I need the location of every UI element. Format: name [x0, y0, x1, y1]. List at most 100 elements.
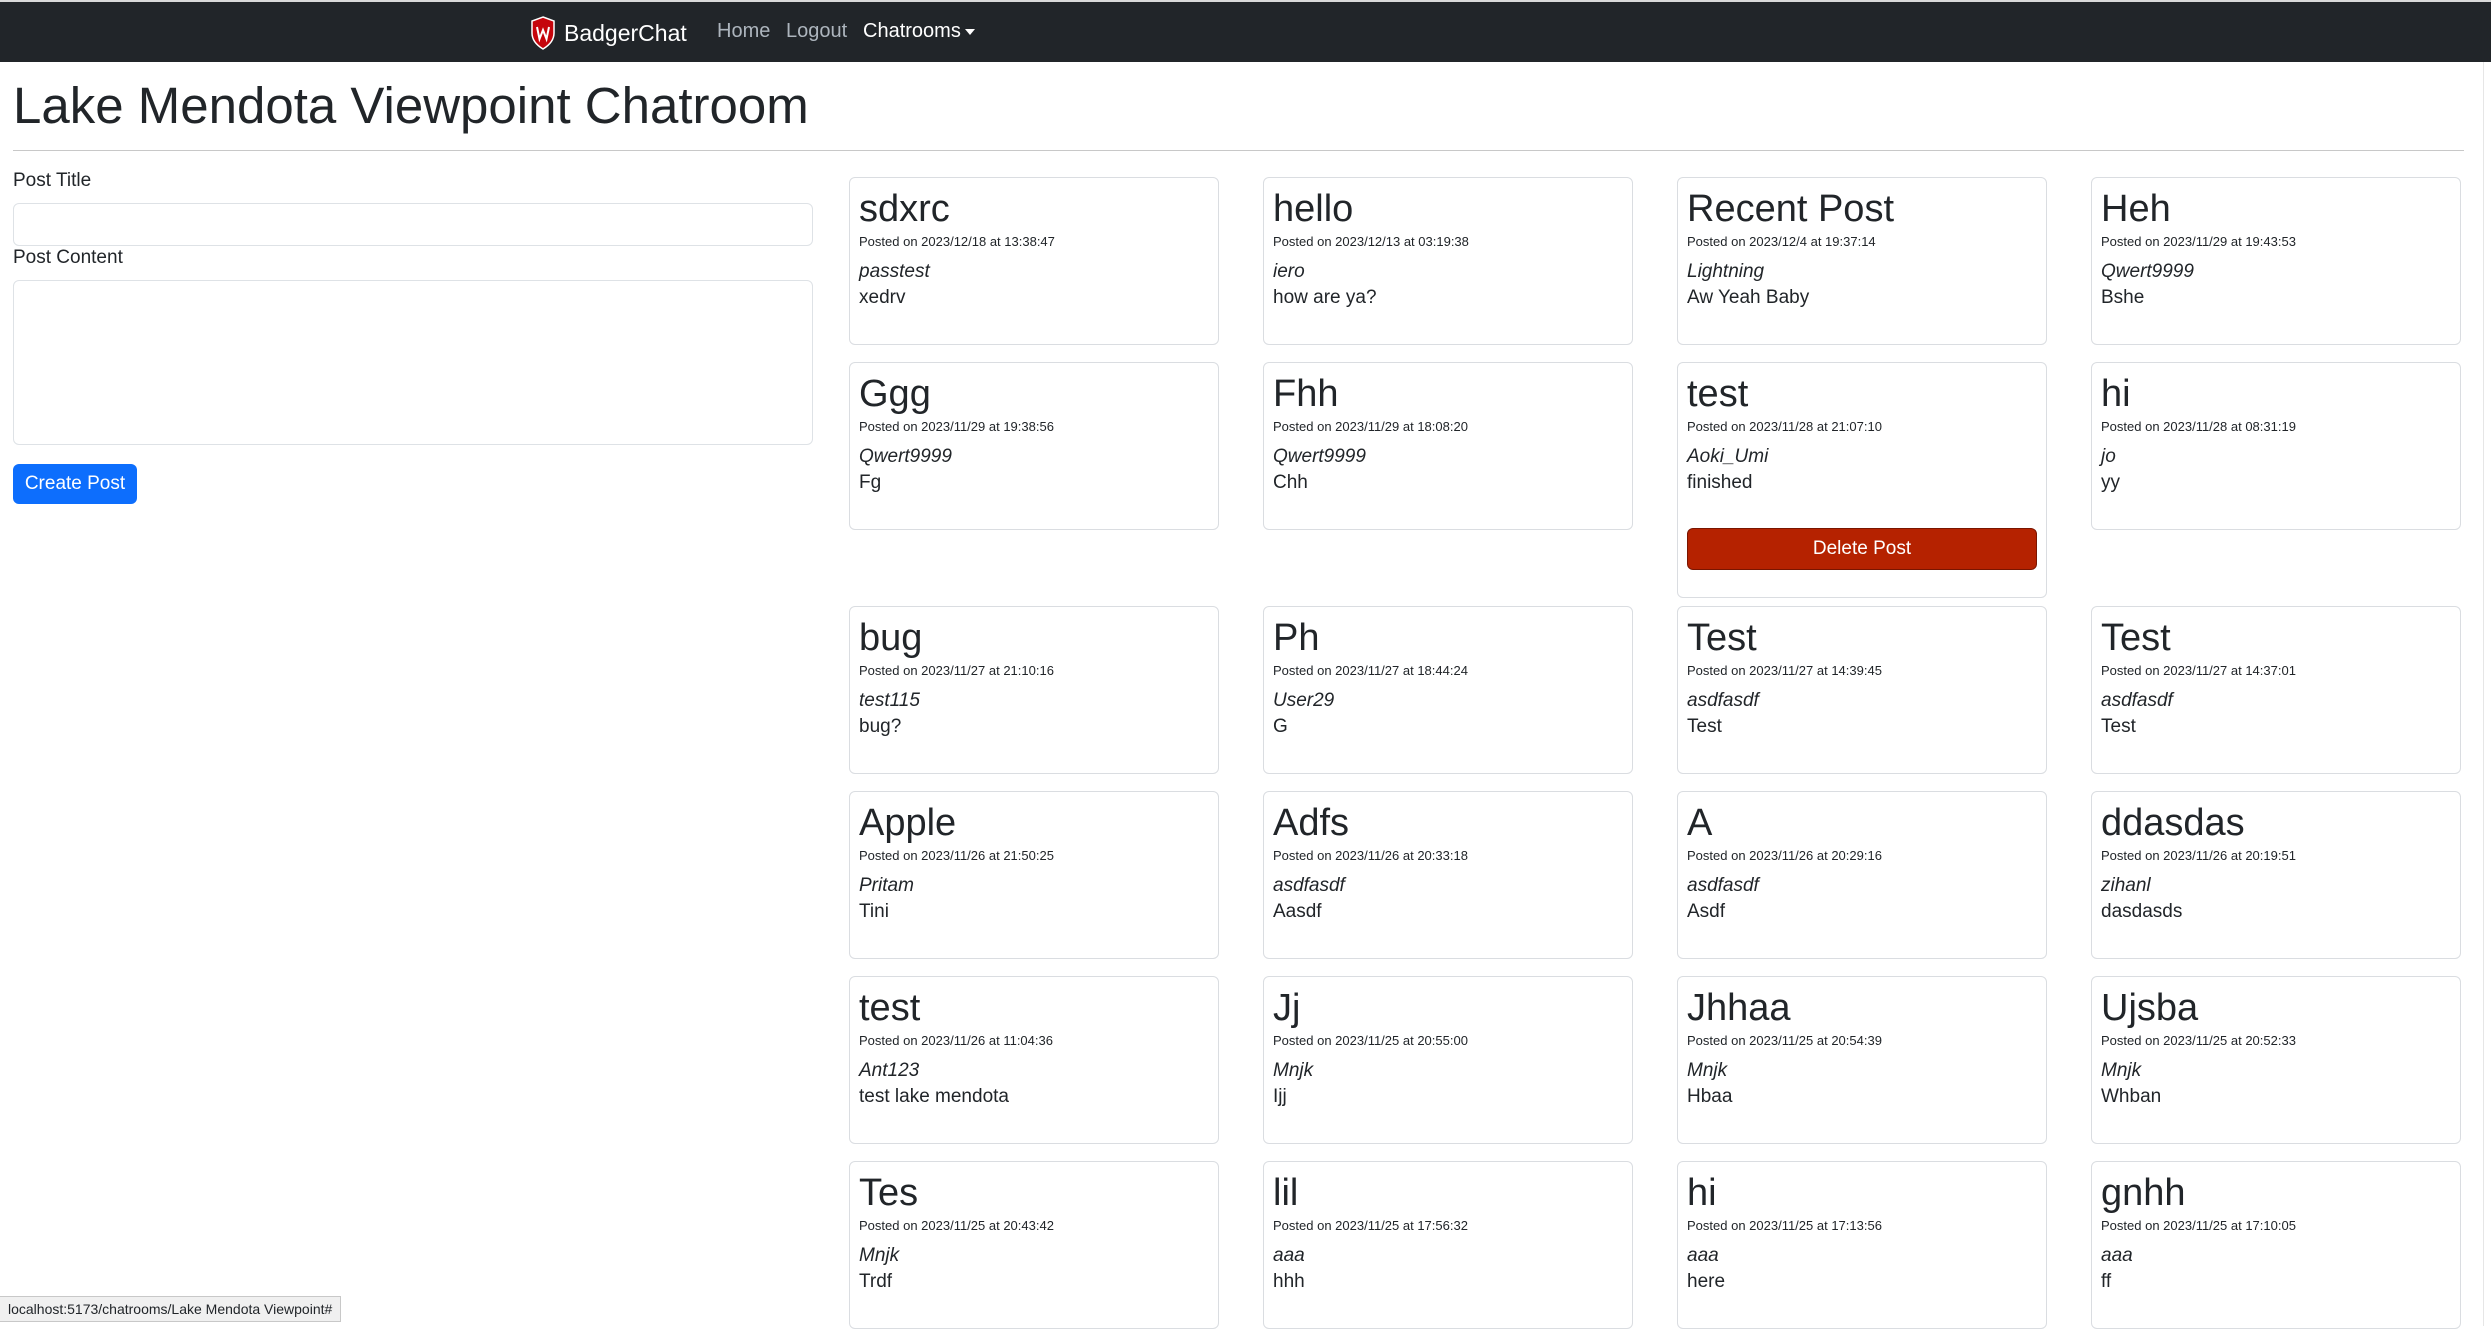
- post-content-label: Post Content: [13, 247, 123, 268]
- post-card: hi Posted on 2023/11/28 at 08:31:19 jo yy: [2091, 362, 2461, 530]
- post-card: Heh Posted on 2023/11/29 at 19:43:53 Qwert…: [2091, 177, 2461, 345]
- post-content: Test: [1687, 716, 1722, 737]
- post-content: Whban: [2101, 1086, 2162, 1107]
- post-title: bug: [859, 617, 923, 659]
- page-title: Lake Mendota Viewpoint Chatroom: [13, 77, 809, 134]
- post-title-input[interactable]: [13, 203, 813, 246]
- status-bar-url: localhost:5173/chatrooms/Lake Mendota Vi…: [0, 1296, 342, 1322]
- nav-home-link[interactable]: Home: [717, 20, 770, 43]
- post-content: Fg: [859, 472, 882, 493]
- post-author: Lightning: [1687, 261, 1765, 282]
- post-author: Ant123: [859, 1060, 920, 1081]
- post-date: Posted on 2023/12/13 at 03:19:38: [1273, 234, 1469, 249]
- brand[interactable]: BadgerChat: [530, 14, 687, 52]
- post-content: dasdasds: [2101, 901, 2183, 922]
- post-content: Trdf: [859, 1271, 893, 1292]
- post-author: Qwert9999: [1273, 446, 1366, 467]
- post-content: Hbaa: [1687, 1086, 1733, 1107]
- post-date: Posted on 2023/11/28 at 21:07:10: [1687, 419, 1882, 434]
- post-date: Posted on 2023/11/25 at 20:54:39: [1687, 1033, 1882, 1048]
- post-card: Adfs Posted on 2023/11/26 at 20:33:18 asdf…: [1263, 791, 1633, 959]
- post-title: hi: [2101, 373, 2131, 415]
- post-title: Test: [1687, 617, 1757, 659]
- post-content: bug?: [859, 716, 902, 737]
- post-content: Aasdf: [1273, 901, 1322, 922]
- post-card: A Posted on 2023/11/26 at 20:29:16 asdfasd…: [1677, 791, 2047, 959]
- post-date: Posted on 2023/11/29 at 19:43:53: [2101, 234, 2296, 249]
- post-author: aaa: [1687, 1245, 1719, 1266]
- post-author: asdfasdf: [1687, 875, 1759, 896]
- post-card: Tes Posted on 2023/11/25 at 20:43:42 Mnjk T…: [849, 1161, 1219, 1329]
- post-card: Ujsba Posted on 2023/11/25 at 20:52:33 Mnj…: [2091, 976, 2461, 1144]
- post-date: Posted on 2023/11/29 at 18:08:20: [1273, 419, 1468, 434]
- post-author: asdfasdf: [1687, 690, 1759, 711]
- post-title: Adfs: [1273, 802, 1350, 844]
- divider: [13, 150, 2464, 151]
- post-title: sdxrc: [859, 188, 950, 230]
- post-author: asdfasdf: [2101, 690, 2173, 711]
- post-card: lil Posted on 2023/11/25 at 17:56:32 aaa hh…: [1263, 1161, 1633, 1329]
- post-date: Posted on 2023/11/29 at 19:38:56: [859, 419, 1054, 434]
- post-card: bug Posted on 2023/11/27 at 21:10:16 test1…: [849, 606, 1219, 774]
- post-date: Posted on 2023/11/25 at 20:52:33: [2101, 1033, 2296, 1048]
- nav-chatrooms-dropdown[interactable]: Chatrooms: [863, 20, 975, 43]
- post-card: Ggg Posted on 2023/11/29 at 19:38:56 Qwert…: [849, 362, 1219, 530]
- post-date: Posted on 2023/11/28 at 08:31:19: [2101, 419, 2296, 434]
- post-content: Chh: [1273, 472, 1308, 493]
- post-card: Test Posted on 2023/11/27 at 14:37:01 asdf…: [2091, 606, 2461, 774]
- post-title: Ujsba: [2101, 987, 2199, 1029]
- post-card: test Posted on 2023/11/28 at 21:07:10 Aoki…: [1677, 362, 2047, 598]
- post-title: test: [859, 987, 921, 1029]
- post-date: Posted on 2023/11/26 at 20:19:51: [2101, 848, 2296, 863]
- post-title: Ggg: [859, 373, 931, 415]
- post-author: User29: [1273, 690, 1335, 711]
- chatrooms-label: Chatrooms: [863, 20, 961, 42]
- post-content: xedrv: [859, 287, 906, 308]
- post-title: Fhh: [1273, 373, 1339, 415]
- delete-post-button[interactable]: Delete Post: [1687, 528, 2037, 570]
- post-content-textarea[interactable]: [13, 280, 813, 445]
- post-date: Posted on 2023/11/25 at 17:10:05: [2101, 1218, 2296, 1233]
- post-author: Mnjk: [859, 1245, 900, 1266]
- post-content: G: [1273, 716, 1288, 737]
- nav-logout-link[interactable]: Logout: [786, 20, 847, 43]
- post-card: Recent Post Posted on 2023/12/4 at 19:37:…: [1677, 177, 2047, 345]
- post-title: hello: [1273, 188, 1354, 230]
- create-post-button[interactable]: Create Post: [13, 464, 137, 504]
- post-author: Pritam: [859, 875, 914, 896]
- post-author: passtest: [859, 261, 930, 282]
- navbar: BadgerChat Home Logout Chatrooms: [0, 0, 2491, 62]
- post-date: Posted on 2023/11/27 at 14:39:45: [1687, 663, 1882, 678]
- post-content: Test: [2101, 716, 2136, 737]
- post-card: Fhh Posted on 2023/11/29 at 18:08:20 Qwert…: [1263, 362, 1633, 530]
- caret-down-icon: [964, 28, 975, 35]
- post-author: Qwert9999: [2101, 261, 2194, 282]
- post-date: Posted on 2023/11/26 at 21:50:25: [859, 848, 1054, 863]
- post-content: how are ya?: [1273, 287, 1377, 308]
- post-title: A: [1687, 802, 1713, 844]
- post-date: Posted on 2023/11/25 at 20:43:42: [859, 1218, 1054, 1233]
- post-card: sdxrc Posted on 2023/12/18 at 13:38:47 pas…: [849, 177, 1219, 345]
- post-date: Posted on 2023/11/27 at 21:10:16: [859, 663, 1054, 678]
- post-card: Jj Posted on 2023/11/25 at 20:55:00 Mnjk Ij…: [1263, 976, 1633, 1144]
- post-card: Apple Posted on 2023/11/26 at 21:50:25 Pri…: [849, 791, 1219, 959]
- post-content: finished: [1687, 472, 1753, 493]
- post-date: Posted on 2023/12/4 at 19:37:14: [1687, 234, 1876, 249]
- scrollbar[interactable]: [2483, 62, 2491, 1326]
- post-title: Recent Post: [1687, 188, 1894, 230]
- post-content: hhh: [1273, 1271, 1305, 1292]
- post-content: Bshe: [2101, 287, 2145, 308]
- post-title: Ph: [1273, 617, 1320, 659]
- post-title: lil: [1273, 1172, 1299, 1214]
- post-author: Mnjk: [2101, 1060, 2142, 1081]
- post-content: here: [1687, 1271, 1726, 1292]
- post-content: yy: [2101, 472, 2120, 493]
- post-author: Mnjk: [1687, 1060, 1728, 1081]
- post-author: Mnjk: [1273, 1060, 1314, 1081]
- post-content: Tini: [859, 901, 889, 922]
- post-author: aaa: [2101, 1245, 2133, 1266]
- post-author: Qwert9999: [859, 446, 952, 467]
- post-title: Apple: [859, 802, 957, 844]
- post-card: hello Posted on 2023/12/13 at 03:19:38 ier…: [1263, 177, 1633, 345]
- post-author: iero: [1273, 261, 1305, 282]
